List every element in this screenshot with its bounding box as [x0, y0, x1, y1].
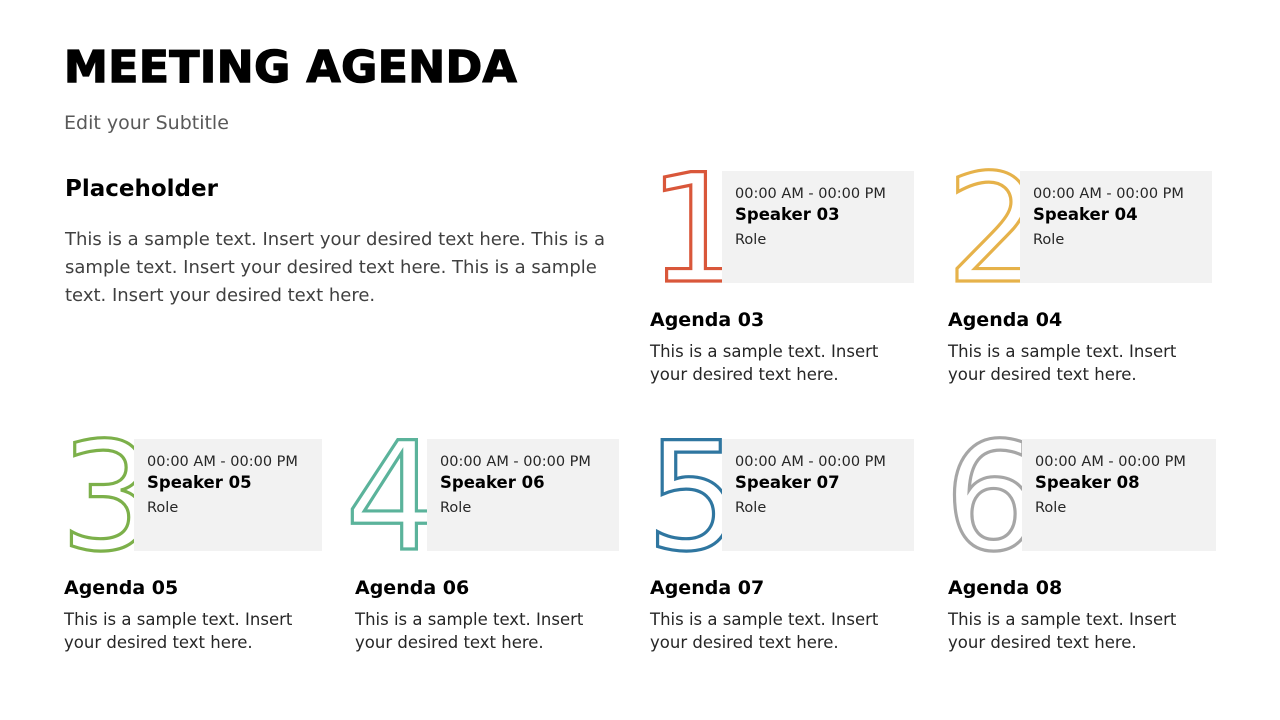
time-range: 00:00 AM - 00:00 PM — [735, 186, 886, 202]
agenda-description: This is a sample text. Insert your desir… — [650, 610, 879, 652]
agenda-title: Agenda 05 — [64, 577, 179, 599]
page-subtitle: Edit your Subtitle — [64, 112, 229, 134]
placeholder-body: This is a sample text. Insert your desir… — [65, 229, 606, 306]
time-range: 00:00 AM - 00:00 PM — [1035, 454, 1186, 470]
agenda-description: This is a sample text. Insert your desir… — [64, 610, 293, 652]
agenda-item: 3 00:00 AM - 00:00 PM Speaker 05 Role Ag… — [58, 409, 344, 677]
agenda-title: Agenda 06 — [355, 577, 470, 599]
speaker-card: 00:00 AM - 00:00 PM Speaker 07 Role — [722, 439, 914, 551]
speaker-role: Role — [735, 500, 767, 516]
agenda-item: 4 00:00 AM - 00:00 PM Speaker 06 Role Ag… — [343, 409, 635, 677]
time-range: 00:00 AM - 00:00 PM — [147, 454, 298, 470]
speaker-name: Speaker 03 — [735, 205, 840, 224]
speaker-name: Speaker 04 — [1033, 205, 1138, 224]
speaker-card: 00:00 AM - 00:00 PM Speaker 08 Role — [1022, 439, 1216, 551]
time-range: 00:00 AM - 00:00 PM — [735, 454, 886, 470]
speaker-role: Role — [1033, 232, 1065, 248]
speaker-role: Role — [735, 232, 767, 248]
speaker-card: 00:00 AM - 00:00 PM Speaker 03 Role — [722, 171, 914, 283]
agenda-item: 2 00:00 AM - 00:00 PM Speaker 04 Role Ag… — [944, 141, 1228, 409]
agenda-item: 1 00:00 AM - 00:00 PM Speaker 03 Role Ag… — [646, 141, 930, 409]
agenda-description: This is a sample text. Insert your desir… — [355, 610, 584, 652]
agenda-description: This is a sample text. Insert your desir… — [948, 342, 1177, 384]
speaker-name: Speaker 05 — [147, 473, 252, 492]
speaker-card: 00:00 AM - 00:00 PM Speaker 06 Role — [427, 439, 619, 551]
speaker-role: Role — [147, 500, 179, 516]
agenda-title: Agenda 08 — [948, 577, 1063, 599]
agenda-title: Agenda 03 — [650, 309, 765, 331]
time-range: 00:00 AM - 00:00 PM — [1033, 186, 1184, 202]
agenda-description: This is a sample text. Insert your desir… — [650, 342, 879, 384]
time-range: 00:00 AM - 00:00 PM — [440, 454, 591, 470]
agenda-item: 6 00:00 AM - 00:00 PM Speaker 08 Role Ag… — [942, 409, 1228, 677]
number-4-icon: 4 — [343, 409, 442, 586]
speaker-name: Speaker 07 — [735, 473, 840, 492]
speaker-card: 00:00 AM - 00:00 PM Speaker 04 Role — [1020, 171, 1212, 283]
speaker-name: Speaker 06 — [440, 473, 545, 492]
agenda-description: This is a sample text. Insert your desir… — [948, 610, 1177, 652]
page-title: MEETING AGENDA — [63, 41, 518, 93]
speaker-role: Role — [1035, 500, 1067, 516]
agenda-item: 5 00:00 AM - 00:00 PM Speaker 07 Role Ag… — [644, 409, 930, 677]
placeholder-heading: Placeholder — [65, 176, 218, 202]
speaker-role: Role — [440, 500, 472, 516]
speaker-name: Speaker 08 — [1035, 473, 1140, 492]
speaker-card: 00:00 AM - 00:00 PM Speaker 05 Role — [134, 439, 322, 551]
agenda-title: Agenda 04 — [948, 309, 1063, 331]
agenda-title: Agenda 07 — [650, 577, 765, 599]
